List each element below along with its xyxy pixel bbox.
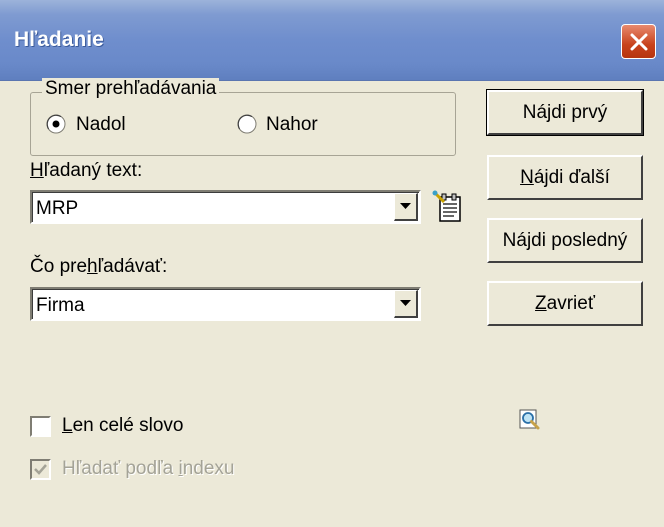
close-button[interactable]: Zavrieť: [487, 281, 643, 326]
title-bar[interactable]: Hľadanie: [0, 0, 664, 81]
find-last-button[interactable]: Nájdi posledný: [487, 218, 643, 263]
radio-up[interactable]: [237, 114, 257, 134]
whole-word-checkbox[interactable]: [30, 416, 51, 437]
chevron-down-icon: [400, 300, 411, 306]
search-by-index-checkbox: [30, 459, 51, 480]
search-text-combo[interactable]: MRP: [30, 190, 421, 224]
search-in-dropdown-button[interactable]: [394, 290, 418, 318]
find-first-button[interactable]: Nájdi prvý: [486, 89, 644, 136]
search-in-value[interactable]: Firma: [36, 295, 85, 317]
search-text-label: Hľadaný text:: [30, 160, 143, 181]
close-icon: [630, 33, 648, 51]
search-by-index-label: Hľadať podľa indexu: [62, 458, 235, 479]
magnifier-icon[interactable]: [518, 408, 542, 432]
close-window-button[interactable]: [621, 24, 656, 59]
chevron-down-icon: [400, 203, 411, 209]
find-next-button[interactable]: Nájdi ďalší: [487, 155, 643, 200]
radio-down-label[interactable]: Nadol: [76, 114, 126, 136]
radio-down[interactable]: [46, 114, 66, 134]
find-dialog: Hľadanie Smer prehľadávania Nadol Nahor …: [0, 0, 664, 527]
search-in-label: Čo prehľadávať:: [30, 256, 168, 277]
checkmark-icon: [34, 464, 47, 475]
window-title: Hľadanie: [14, 28, 104, 51]
direction-legend: Smer prehľadávania: [42, 78, 220, 100]
search-text-value[interactable]: MRP: [36, 198, 78, 220]
search-in-combo[interactable]: Firma: [30, 287, 421, 321]
whole-word-label[interactable]: Len celé slovo: [62, 415, 183, 437]
search-text-dropdown-button[interactable]: [394, 193, 418, 221]
notepad-wand-icon[interactable]: [432, 190, 464, 224]
radio-up-label[interactable]: Nahor: [266, 114, 318, 136]
